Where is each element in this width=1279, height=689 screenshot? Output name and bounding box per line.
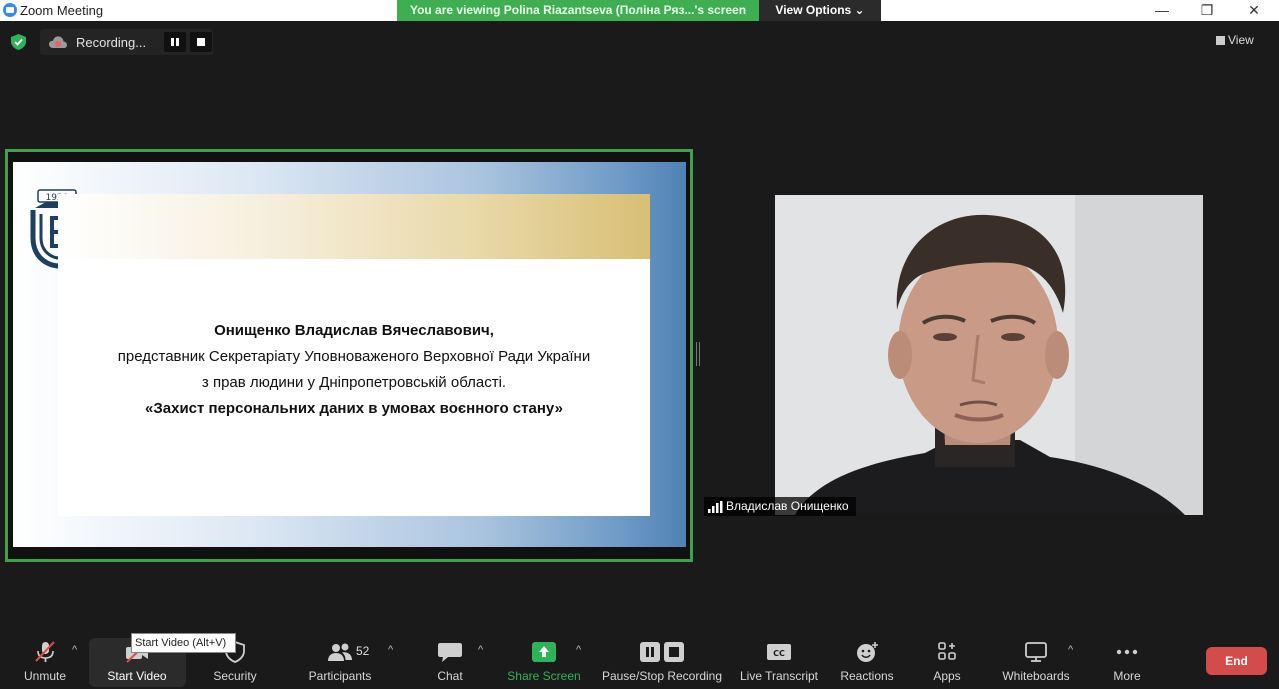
chat-options-caret[interactable]: ^ bbox=[478, 644, 483, 656]
minimize-button[interactable]: — bbox=[1147, 1, 1177, 19]
recording-indicator: Recording... bbox=[40, 29, 213, 55]
chat-bubble-icon bbox=[438, 643, 462, 662]
muted-microphone-icon bbox=[35, 641, 55, 662]
reactions-button[interactable]: Reactions bbox=[832, 628, 902, 689]
share-options-caret[interactable]: ^ bbox=[576, 644, 581, 656]
participant-video-frame bbox=[775, 195, 1203, 515]
chat-button[interactable]: Chat bbox=[420, 628, 480, 689]
pause-stop-icon bbox=[640, 642, 684, 662]
closed-caption-icon: CC bbox=[767, 644, 791, 660]
viewing-banner: You are viewing Polina Riazantseva (Полі… bbox=[397, 0, 759, 21]
whiteboards-options-caret[interactable]: ^ bbox=[1068, 644, 1073, 656]
share-screen-label: Share Screen bbox=[507, 669, 581, 683]
start-video-tooltip: Start Video (Alt+V) bbox=[131, 633, 236, 653]
whiteboard-icon bbox=[1025, 642, 1047, 662]
whiteboards-button[interactable]: Whiteboards bbox=[996, 628, 1076, 689]
participants-label: Participants bbox=[308, 669, 372, 683]
encryption-shield-icon[interactable] bbox=[11, 34, 26, 50]
live-transcript-label: Live Transcript bbox=[739, 669, 819, 683]
pause-stop-recording-label: Pause/Stop Recording bbox=[601, 669, 723, 683]
talk-title: «Захист персональних даних в умовах воєн… bbox=[145, 400, 563, 417]
pause-recording-button[interactable] bbox=[164, 32, 186, 52]
restore-button[interactable]: ❐ bbox=[1192, 1, 1222, 19]
participant-name: Владислав Онищенко bbox=[726, 499, 849, 513]
start-video-label: Start Video bbox=[107, 669, 167, 683]
whiteboards-label: Whiteboards bbox=[1002, 669, 1070, 683]
more-label: More bbox=[1113, 669, 1141, 683]
live-transcript-button[interactable]: CC Live Transcript bbox=[736, 628, 822, 689]
end-meeting-button[interactable]: End bbox=[1206, 647, 1267, 675]
participant-video bbox=[775, 195, 1203, 515]
audio-options-caret[interactable]: ^ bbox=[72, 644, 77, 656]
view-label: View bbox=[1228, 33, 1254, 47]
share-screen-icon bbox=[532, 642, 556, 662]
share-screen-button[interactable]: Share Screen bbox=[504, 628, 584, 689]
shared-screen: 1920 Онищенко Владислав Вячеславович, пр… bbox=[5, 149, 693, 562]
slide-header-band bbox=[58, 194, 650, 259]
apps-label: Apps bbox=[933, 669, 961, 683]
participants-count: 52 bbox=[356, 644, 370, 658]
close-button[interactable]: ✕ bbox=[1239, 1, 1269, 19]
view-button[interactable]: View bbox=[1216, 29, 1271, 51]
more-button[interactable]: More bbox=[1097, 628, 1157, 689]
svg-text:CC: CC bbox=[773, 649, 785, 658]
security-label: Security bbox=[213, 669, 257, 683]
speaker-region: з прав людини у Дніпропетровській област… bbox=[201, 374, 507, 391]
cloud-recording-icon bbox=[49, 36, 67, 48]
pause-stop-recording-button[interactable]: Pause/Stop Recording bbox=[598, 628, 726, 689]
more-dots-icon bbox=[1116, 649, 1138, 655]
apps-grid-icon bbox=[938, 642, 956, 660]
participants-options-caret[interactable]: ^ bbox=[388, 644, 393, 656]
split-view-handle[interactable] bbox=[696, 342, 700, 366]
slide-content-card: Онищенко Владислав Вячеславович, предста… bbox=[58, 194, 650, 516]
zoom-app-icon bbox=[3, 3, 17, 17]
view-options-button[interactable]: View Options ⌄ bbox=[759, 0, 881, 21]
speaker-position: представник Секретаріату Уповноваженого … bbox=[117, 348, 591, 365]
view-icon bbox=[1216, 36, 1225, 45]
recording-label: Recording... bbox=[76, 35, 147, 50]
unmute-button[interactable]: Unmute bbox=[10, 628, 80, 689]
title-bar: Zoom Meeting You are viewing Polina Riaz… bbox=[0, 0, 1279, 21]
participant-nameplate: Владислав Онищенко bbox=[704, 497, 856, 516]
reactions-label: Reactions bbox=[840, 669, 894, 683]
apps-button[interactable]: Apps bbox=[917, 628, 977, 689]
window-title: Zoom Meeting bbox=[20, 3, 104, 18]
chat-label: Chat bbox=[437, 669, 463, 683]
signal-strength-icon bbox=[708, 501, 723, 513]
presentation-slide: 1920 Онищенко Владислав Вячеславович, пр… bbox=[13, 162, 686, 547]
speaker-name: Онищенко Владислав Вячеславович, bbox=[214, 322, 494, 339]
participants-icon bbox=[328, 643, 352, 661]
reactions-smiley-icon bbox=[857, 642, 878, 662]
unmute-label: Unmute bbox=[23, 669, 67, 683]
stop-recording-button[interactable] bbox=[190, 32, 212, 52]
participants-button[interactable]: Participants bbox=[300, 628, 380, 689]
